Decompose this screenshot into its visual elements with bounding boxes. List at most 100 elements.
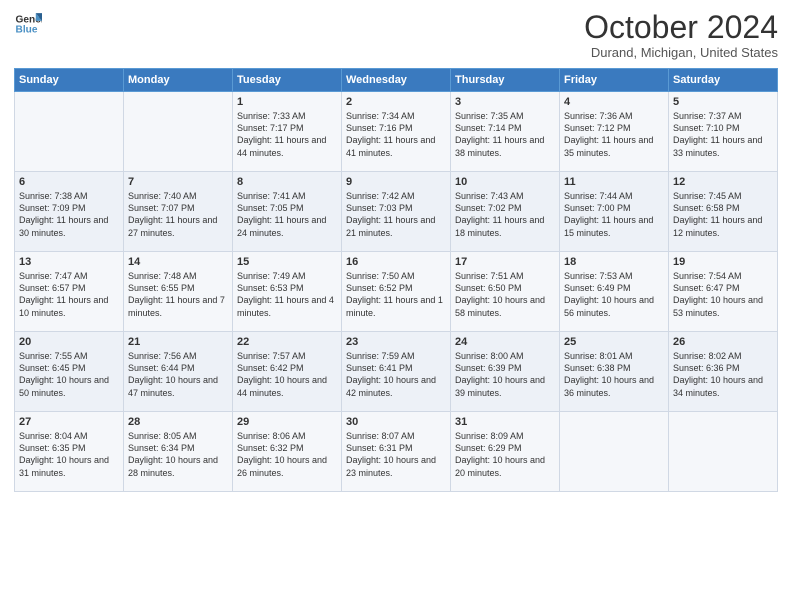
calendar-cell: 30 Sunrise: 8:07 AM Sunset: 6:31 PM Dayli… (342, 412, 451, 492)
day-number: 3 (455, 96, 555, 108)
svg-text:Blue: Blue (16, 25, 38, 36)
header: General Blue October 2024 Durand, Michig… (14, 10, 778, 60)
cell-info: Sunrise: 7:33 AM Sunset: 7:17 PM Dayligh… (237, 110, 337, 159)
location-subtitle: Durand, Michigan, United States (584, 45, 778, 60)
col-sunday: Sunday (15, 69, 124, 92)
cell-info: Sunrise: 7:41 AM Sunset: 7:05 PM Dayligh… (237, 190, 337, 239)
calendar-cell: 6 Sunrise: 7:38 AM Sunset: 7:09 PM Daylig… (15, 172, 124, 252)
calendar-cell: 3 Sunrise: 7:35 AM Sunset: 7:14 PM Daylig… (451, 92, 560, 172)
cell-info: Sunrise: 7:44 AM Sunset: 7:00 PM Dayligh… (564, 190, 664, 239)
day-number: 23 (346, 336, 446, 348)
cell-info: Sunrise: 7:37 AM Sunset: 7:10 PM Dayligh… (673, 110, 773, 159)
cell-info: Sunrise: 8:09 AM Sunset: 6:29 PM Dayligh… (455, 430, 555, 479)
day-number: 13 (19, 256, 119, 268)
cell-info: Sunrise: 8:06 AM Sunset: 6:32 PM Dayligh… (237, 430, 337, 479)
cell-info: Sunrise: 7:40 AM Sunset: 7:07 PM Dayligh… (128, 190, 228, 239)
cell-info: Sunrise: 7:53 AM Sunset: 6:49 PM Dayligh… (564, 270, 664, 319)
cell-info: Sunrise: 8:01 AM Sunset: 6:38 PM Dayligh… (564, 350, 664, 399)
calendar-cell: 19Sunrise: 7:54 AM Sunset: 6:47 PM Dayli… (669, 252, 778, 332)
cell-info: Sunrise: 7:47 AM Sunset: 6:57 PM Dayligh… (19, 270, 119, 319)
day-number: 18 (564, 256, 664, 268)
cell-info: Sunrise: 7:51 AM Sunset: 6:50 PM Dayligh… (455, 270, 555, 319)
day-number: 15 (237, 256, 337, 268)
calendar-week-row: 20Sunrise: 7:55 AM Sunset: 6:45 PM Dayli… (15, 332, 778, 412)
calendar-cell: 2 Sunrise: 7:34 AM Sunset: 7:16 PM Daylig… (342, 92, 451, 172)
calendar-cell: 26 Sunrise: 8:02 AM Sunset: 6:36 PM Dayli… (669, 332, 778, 412)
day-number: 11 (564, 176, 664, 188)
day-number: 30 (346, 416, 446, 428)
calendar-cell: 13 Sunrise: 7:47 AM Sunset: 6:57 PM Dayli… (15, 252, 124, 332)
day-number: 5 (673, 96, 773, 108)
day-number: 10 (455, 176, 555, 188)
calendar-cell: 28Sunrise: 8:05 AM Sunset: 6:34 PM Dayli… (124, 412, 233, 492)
page: General Blue October 2024 Durand, Michig… (0, 0, 792, 612)
calendar-cell: 9 Sunrise: 7:42 AM Sunset: 7:03 PM Daylig… (342, 172, 451, 252)
day-number: 27 (19, 416, 119, 428)
calendar-cell: 14 Sunrise: 7:48 AM Sunset: 6:55 PM Dayli… (124, 252, 233, 332)
calendar-cell: 22Sunrise: 7:57 AM Sunset: 6:42 PM Dayli… (233, 332, 342, 412)
calendar-cell (15, 92, 124, 172)
cell-info: Sunrise: 8:04 AM Sunset: 6:35 PM Dayligh… (19, 430, 119, 479)
cell-info: Sunrise: 7:54 AM Sunset: 6:47 PM Dayligh… (673, 270, 773, 319)
day-number: 4 (564, 96, 664, 108)
calendar-cell (124, 92, 233, 172)
cell-info: Sunrise: 7:34 AM Sunset: 7:16 PM Dayligh… (346, 110, 446, 159)
calendar-cell: 10 Sunrise: 7:43 AM Sunset: 7:02 PM Dayli… (451, 172, 560, 252)
month-title: October 2024 (584, 10, 778, 45)
day-number: 9 (346, 176, 446, 188)
calendar-week-row: 27 Sunrise: 8:04 AM Sunset: 6:35 PM Dayli… (15, 412, 778, 492)
calendar-cell: 31 Sunrise: 8:09 AM Sunset: 6:29 PM Dayli… (451, 412, 560, 492)
day-number: 25 (564, 336, 664, 348)
day-number: 21 (128, 336, 228, 348)
calendar-cell: 20Sunrise: 7:55 AM Sunset: 6:45 PM Dayli… (15, 332, 124, 412)
calendar-cell: 16 Sunrise: 7:50 AM Sunset: 6:52 PM Dayli… (342, 252, 451, 332)
calendar-week-row: 1 Sunrise: 7:33 AM Sunset: 7:17 PM Daylig… (15, 92, 778, 172)
cell-info: Sunrise: 7:48 AM Sunset: 6:55 PM Dayligh… (128, 270, 228, 319)
logo-icon: General Blue (14, 10, 42, 38)
day-number: 29 (237, 416, 337, 428)
calendar-cell: 21Sunrise: 7:56 AM Sunset: 6:44 PM Dayli… (124, 332, 233, 412)
day-number: 17 (455, 256, 555, 268)
calendar-week-row: 6 Sunrise: 7:38 AM Sunset: 7:09 PM Daylig… (15, 172, 778, 252)
day-number: 31 (455, 416, 555, 428)
day-number: 8 (237, 176, 337, 188)
cell-info: Sunrise: 7:49 AM Sunset: 6:53 PM Dayligh… (237, 270, 337, 319)
cell-info: Sunrise: 8:00 AM Sunset: 6:39 PM Dayligh… (455, 350, 555, 399)
cell-info: Sunrise: 7:59 AM Sunset: 6:41 PM Dayligh… (346, 350, 446, 399)
cell-info: Sunrise: 7:36 AM Sunset: 7:12 PM Dayligh… (564, 110, 664, 159)
calendar-cell: 7 Sunrise: 7:40 AM Sunset: 7:07 PM Daylig… (124, 172, 233, 252)
day-number: 26 (673, 336, 773, 348)
calendar-cell: 1 Sunrise: 7:33 AM Sunset: 7:17 PM Daylig… (233, 92, 342, 172)
day-number: 2 (346, 96, 446, 108)
calendar-cell: 18 Sunrise: 7:53 AM Sunset: 6:49 PM Dayli… (560, 252, 669, 332)
cell-info: Sunrise: 8:02 AM Sunset: 6:36 PM Dayligh… (673, 350, 773, 399)
calendar-cell: 5 Sunrise: 7:37 AM Sunset: 7:10 PM Daylig… (669, 92, 778, 172)
cell-info: Sunrise: 7:50 AM Sunset: 6:52 PM Dayligh… (346, 270, 446, 319)
cell-info: Sunrise: 7:35 AM Sunset: 7:14 PM Dayligh… (455, 110, 555, 159)
cell-info: Sunrise: 7:42 AM Sunset: 7:03 PM Dayligh… (346, 190, 446, 239)
col-monday: Monday (124, 69, 233, 92)
col-thursday: Thursday (451, 69, 560, 92)
calendar-cell: 27 Sunrise: 8:04 AM Sunset: 6:35 PM Dayli… (15, 412, 124, 492)
cell-info: Sunrise: 7:38 AM Sunset: 7:09 PM Dayligh… (19, 190, 119, 239)
cell-info: Sunrise: 7:43 AM Sunset: 7:02 PM Dayligh… (455, 190, 555, 239)
calendar-cell: 29 Sunrise: 8:06 AM Sunset: 6:32 PM Dayli… (233, 412, 342, 492)
calendar-cell: 24Sunrise: 8:00 AM Sunset: 6:39 PM Dayli… (451, 332, 560, 412)
calendar-cell (669, 412, 778, 492)
calendar-cell: 15 Sunrise: 7:49 AM Sunset: 6:53 PM Dayli… (233, 252, 342, 332)
day-number: 16 (346, 256, 446, 268)
cell-info: Sunrise: 8:07 AM Sunset: 6:31 PM Dayligh… (346, 430, 446, 479)
calendar-cell: 4 Sunrise: 7:36 AM Sunset: 7:12 PM Daylig… (560, 92, 669, 172)
title-block: October 2024 Durand, Michigan, United St… (584, 10, 778, 60)
cell-info: Sunrise: 8:05 AM Sunset: 6:34 PM Dayligh… (128, 430, 228, 479)
calendar-cell (560, 412, 669, 492)
day-number: 1 (237, 96, 337, 108)
col-friday: Friday (560, 69, 669, 92)
day-number: 7 (128, 176, 228, 188)
day-number: 14 (128, 256, 228, 268)
calendar-cell: 23 Sunrise: 7:59 AM Sunset: 6:41 PM Dayli… (342, 332, 451, 412)
header-row: Sunday Monday Tuesday Wednesday Thursday… (15, 69, 778, 92)
col-tuesday: Tuesday (233, 69, 342, 92)
calendar-table: Sunday Monday Tuesday Wednesday Thursday… (14, 68, 778, 492)
day-number: 6 (19, 176, 119, 188)
